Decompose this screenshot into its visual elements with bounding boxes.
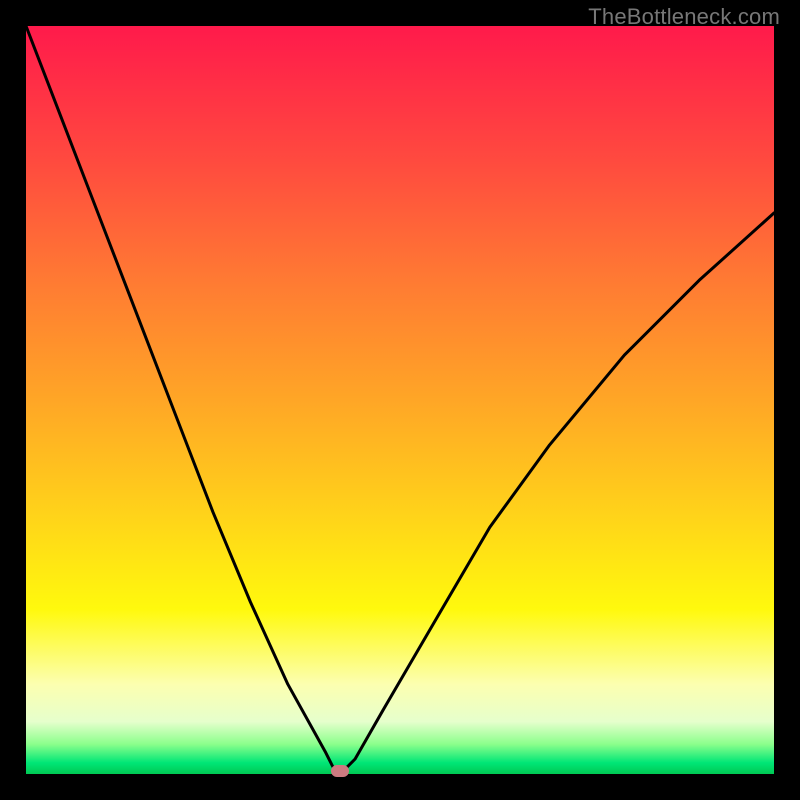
minimum-marker	[331, 765, 349, 777]
chart-frame: TheBottleneck.com	[0, 0, 800, 800]
bottleneck-curve	[26, 26, 774, 774]
plot-area	[26, 26, 774, 774]
